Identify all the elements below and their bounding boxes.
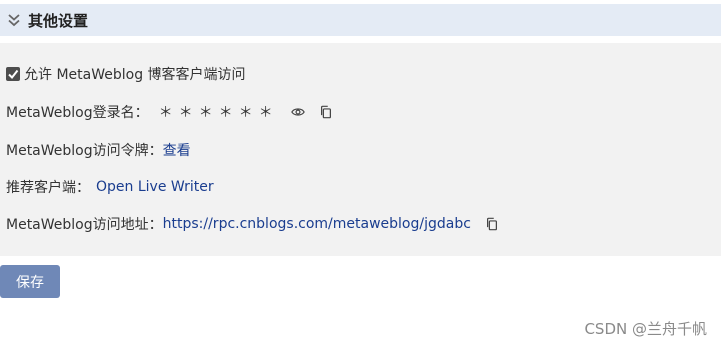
url-label: MetaWeblog访问地址：	[6, 217, 163, 233]
eye-icon[interactable]	[290, 105, 305, 119]
allow-metaweblog-label[interactable]: 允许 MetaWeblog 博客客户端访问	[24, 64, 246, 84]
metaweblog-url-link[interactable]: https://rpc.cnblogs.com/metaweblog/jgdab…	[163, 216, 471, 232]
view-token-link[interactable]: 查看	[163, 140, 191, 160]
token-label: MetaWeblog访问令牌：	[6, 143, 163, 159]
section-header[interactable]: 其他设置	[0, 4, 721, 36]
url-row: MetaWeblog访问地址： https://rpc.cnblogs.com/…	[6, 214, 499, 234]
checkmark-icon	[8, 69, 19, 80]
save-button[interactable]: 保存	[0, 265, 60, 298]
login-name-masked-value: ＊＊＊＊＊＊	[158, 105, 279, 121]
section-title: 其他设置	[28, 11, 89, 30]
copy-icon[interactable]	[319, 105, 333, 119]
login-name-label: MetaWeblog登录名：	[6, 105, 149, 121]
allow-metaweblog-checkbox[interactable]	[6, 67, 20, 81]
token-row: MetaWeblog访问令牌： 查看	[6, 140, 191, 160]
client-row: 推荐客户端： Open Live Writer	[6, 177, 214, 197]
watermark: CSDN @兰舟千帆	[584, 320, 707, 338]
login-name-row: MetaWeblog登录名： ＊＊＊＊＊＊	[6, 102, 333, 122]
open-live-writer-link[interactable]: Open Live Writer	[96, 179, 214, 195]
copy-icon[interactable]	[485, 217, 499, 231]
client-label: 推荐客户端：	[6, 180, 90, 196]
allow-metaweblog-row[interactable]: 允许 MetaWeblog 博客客户端访问	[6, 64, 246, 84]
double-chevron-down-icon[interactable]	[6, 12, 22, 28]
